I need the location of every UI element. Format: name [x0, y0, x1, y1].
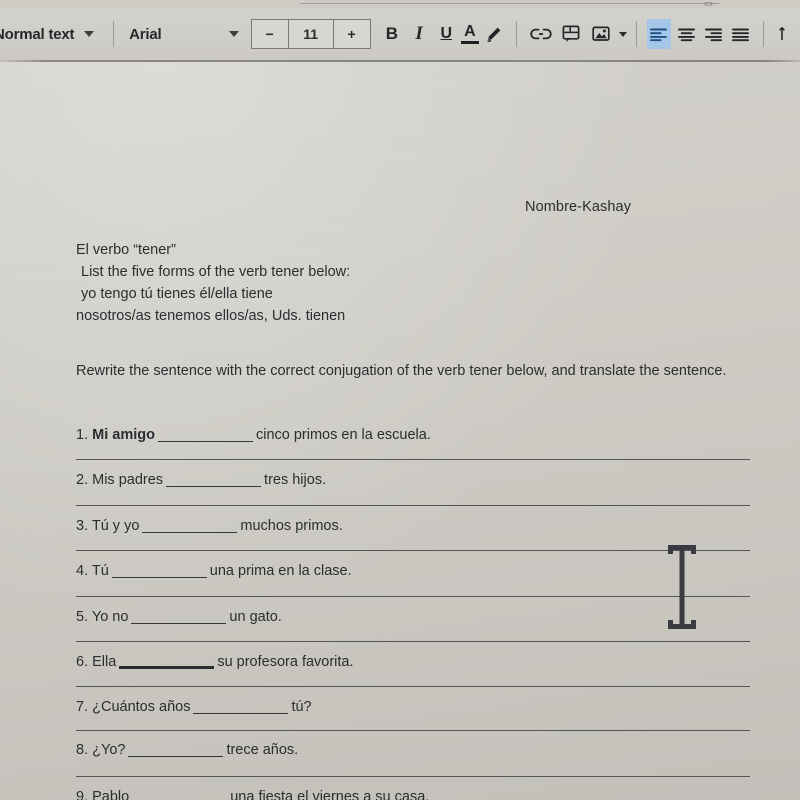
answer-rule[interactable]	[76, 730, 750, 731]
question-prefix: ¿Cuántos años	[92, 699, 191, 715]
answer-blank[interactable]	[128, 756, 224, 757]
insert-comment-icon[interactable]	[558, 19, 584, 49]
question-number: 3.	[76, 518, 92, 534]
question-row[interactable]: 4. Tú una prima en la clase.	[76, 563, 352, 579]
question-row[interactable]: 9. Pablo una fiesta el viernes a su casa.	[76, 789, 429, 800]
document-page[interactable]: Nombre-Kashay El verbo “tener” List the …	[0, 62, 800, 800]
question-prefix: Mi amigo	[92, 427, 155, 443]
question-row[interactable]: 5. Yo no un gato.	[76, 609, 282, 625]
question-row[interactable]: 1. Mi amigo cinco primos en la escuela.	[76, 427, 431, 443]
question-prefix: Ella	[92, 654, 117, 670]
answer-blank[interactable]	[142, 532, 238, 533]
question-row[interactable]: 3. Tú y yo muchos primos.	[76, 518, 343, 534]
question-number: 9.	[76, 789, 93, 800]
answer-blank[interactable]	[111, 577, 207, 578]
text-ibeam-cursor	[663, 545, 701, 629]
link-icon[interactable]	[528, 19, 554, 49]
answer-blank[interactable]	[119, 666, 215, 669]
image-chevron-down-icon[interactable]	[618, 31, 627, 37]
spellcheck-underline[interactable]: a su	[363, 789, 391, 800]
align-right-icon[interactable]	[702, 19, 725, 49]
answer-rule[interactable]	[76, 596, 750, 597]
chevron-down-icon[interactable]	[84, 31, 95, 37]
question-prefix: Tú y yo	[91, 518, 140, 534]
question-prefix: Mis padres	[92, 472, 164, 488]
question-number: 5.	[76, 609, 92, 625]
answer-blank[interactable]	[166, 486, 262, 487]
question-number: 6.	[76, 654, 93, 670]
question-row[interactable]: 8. ¿Yo? trece años.	[76, 742, 298, 758]
intro-title: El verbo “tener”	[76, 242, 176, 258]
question-number: 7.	[76, 699, 93, 715]
question-prefix: Pablo	[92, 789, 130, 800]
answer-rule[interactable]	[76, 641, 750, 642]
question-suffix: su profesora favorita.	[217, 654, 354, 670]
align-justify-icon[interactable]	[729, 19, 752, 49]
formatting-toolbar: Normal text Arial − 11 + B I U A	[0, 8, 800, 60]
intro-forms-line-2: nosotros/as tenemos ellos/as, Uds. tiene…	[76, 308, 346, 324]
question-row[interactable]: 6. Ella su profesora favorita.	[76, 654, 354, 670]
highlight-pen-icon[interactable]	[482, 19, 505, 49]
answer-rule[interactable]	[76, 550, 750, 551]
document-editor-screen: ▭- Normal text Arial − 11 + B I U A Nomb…	[0, 0, 800, 800]
question-suffix: tú?	[291, 699, 312, 715]
question-row[interactable]: 2. Mis padres tres hijos.	[76, 472, 326, 488]
question-suffix: muchos primos.	[240, 518, 343, 534]
directions-paragraph: Rewrite the sentence with the correct co…	[76, 363, 727, 379]
align-left-icon[interactable]	[647, 19, 671, 49]
question-number: 1.	[76, 427, 93, 443]
answer-rule[interactable]	[76, 459, 750, 460]
answer-rule[interactable]	[76, 776, 750, 777]
italic-button[interactable]: I	[407, 19, 430, 49]
student-name-line: Nombre-Kashay	[525, 199, 632, 215]
question-number: 8.	[76, 742, 93, 758]
question-suffix: un gato.	[229, 609, 282, 625]
text-color-swatch	[460, 41, 479, 44]
question-prefix: ¿Yo?	[92, 742, 126, 758]
font-size-stepper: − 11 +	[250, 19, 371, 49]
toolbar-divider-3	[635, 21, 637, 47]
answer-rule[interactable]	[76, 686, 750, 687]
question-suffix: tres hijos.	[264, 472, 327, 488]
question-number: 2.	[76, 472, 93, 488]
answer-rule[interactable]	[76, 505, 750, 506]
intro-forms-line-1: yo tengo tú tienes él/ella tiene	[81, 286, 273, 302]
bold-button[interactable]: B	[380, 19, 403, 49]
insert-image-icon[interactable]	[588, 19, 614, 49]
font-family-dropdown[interactable]: Arial	[129, 26, 162, 43]
text-color-letter: A	[464, 23, 476, 40]
toolbar-divider-4	[763, 21, 764, 47]
line-spacing-icon[interactable]	[775, 19, 798, 49]
question-suffix: cinco primos en la escuela.	[255, 427, 431, 443]
question-row[interactable]: 7. ¿Cuántos años tú?	[76, 699, 312, 715]
question-suffix: una fiesta el viernes a su casa.	[230, 789, 429, 800]
intro-block: El verbo “tener” List the five forms of …	[76, 239, 350, 327]
toolbar-divider	[113, 21, 115, 47]
answer-blank[interactable]	[157, 441, 253, 442]
font-size-decrease-button[interactable]: −	[252, 20, 288, 48]
paragraph-style-dropdown[interactable]: Normal text	[0, 26, 75, 43]
question-prefix: Yo no	[91, 609, 129, 625]
answer-blank[interactable]	[131, 623, 227, 624]
top-edge-artifact: ▭-	[704, 0, 716, 8]
font-size-increase-button[interactable]: +	[332, 20, 370, 48]
question-suffix: trece años.	[226, 742, 299, 758]
align-center-icon[interactable]	[675, 19, 698, 49]
question-prefix: Tú	[91, 563, 109, 579]
answer-blank[interactable]	[193, 713, 289, 714]
underline-button[interactable]: U	[435, 19, 458, 49]
window-top-edge: ▭-	[0, 0, 800, 8]
intro-instruction: List the five forms of the verb tener be…	[81, 264, 351, 280]
font-chevron-down-icon[interactable]	[228, 31, 239, 37]
text-color-button[interactable]: A	[460, 19, 480, 49]
font-size-input[interactable]: 11	[287, 20, 333, 48]
question-number: 4.	[76, 563, 92, 579]
toolbar-divider-2	[516, 21, 517, 47]
question-suffix: una prima en la clase.	[209, 563, 352, 579]
